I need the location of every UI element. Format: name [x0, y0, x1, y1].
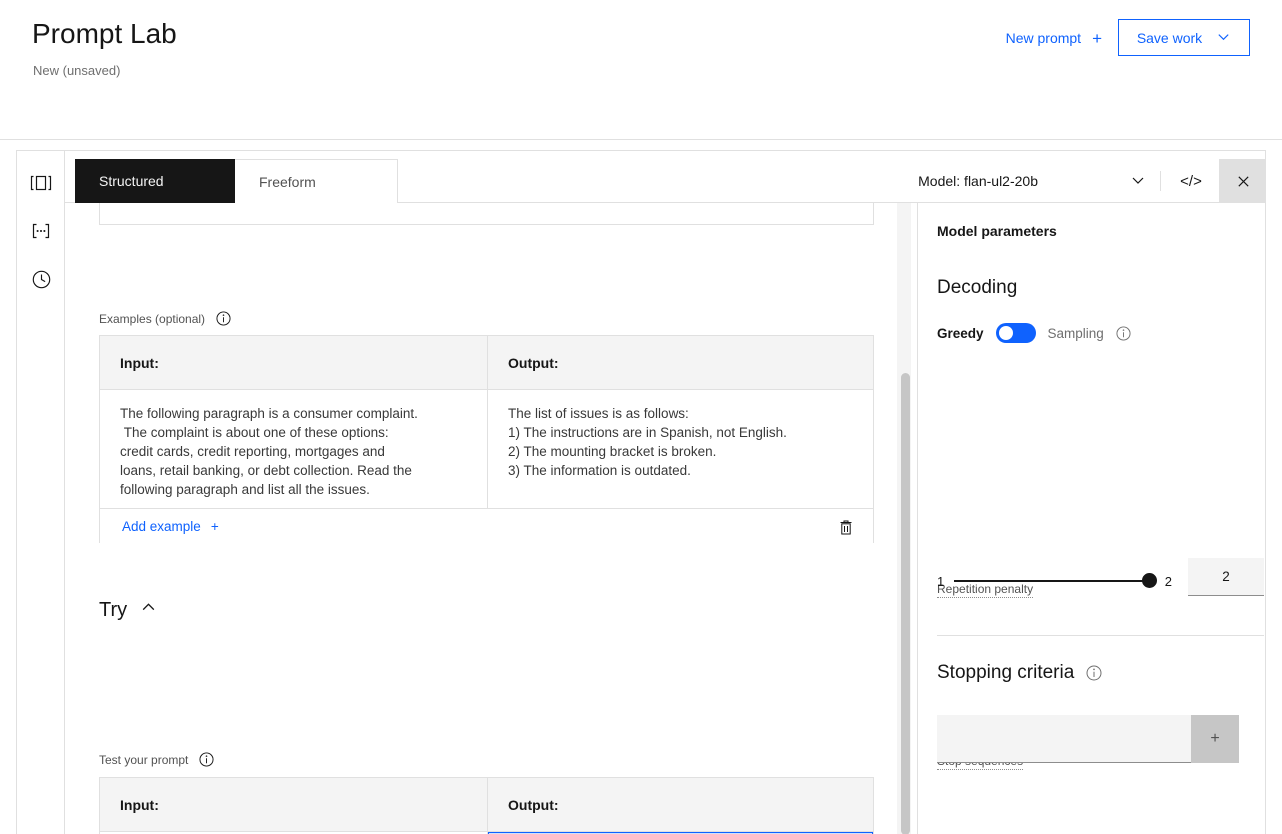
add-stop-sequence-button[interactable]: +: [1191, 715, 1239, 763]
decoding-toggle-row: Greedy Sampling: [937, 323, 1131, 343]
test-table: Input: Output: The following paragraph i…: [99, 777, 874, 834]
tab-bar: Structured Freeform Model: flan-ul2-20b …: [65, 151, 1265, 204]
new-prompt-button[interactable]: New prompt +: [1006, 27, 1102, 49]
examples-table: Input: Output: The following paragraph i…: [99, 335, 874, 543]
examples-col-output: Output:: [508, 354, 559, 371]
side-panel-icon[interactable]: [17, 159, 65, 207]
decoding-sampling-label[interactable]: Sampling: [1048, 326, 1104, 341]
new-prompt-label: New prompt: [1005, 30, 1082, 46]
history-clock-icon[interactable]: [17, 255, 65, 303]
stopping-criteria-label: Stopping criteria: [937, 662, 1075, 683]
chevron-down-icon: [1216, 29, 1231, 47]
table-row: The following paragraph is a consumer co…: [100, 390, 873, 508]
test-header-row: Input: Output:: [100, 778, 873, 832]
save-work-label: Save work: [1136, 29, 1203, 46]
add-example-button[interactable]: Add example +: [122, 519, 219, 534]
tab-freeform[interactable]: Freeform: [235, 159, 398, 204]
save-work-button[interactable]: Save work: [1118, 19, 1250, 56]
plus-icon: +: [210, 518, 219, 534]
tab-structured-label: Structured: [99, 173, 164, 189]
try-section-toggle[interactable]: Try: [99, 599, 157, 622]
main-scrollbar-thumb[interactable]: [901, 373, 910, 834]
example-output-cell[interactable]: The list of issues is as follows: 1) The…: [488, 390, 873, 508]
try-heading-label: Try: [99, 599, 128, 621]
toggle-knob: [998, 326, 1013, 340]
test-col-output: Output:: [508, 796, 559, 813]
toolbar-divider: [1160, 171, 1161, 191]
test-label-text: Test your prompt: [99, 752, 189, 767]
stopping-criteria-title: Stopping criteria: [937, 662, 1102, 684]
page-header: Prompt Lab New (unsaved) New prompt + Sa…: [0, 0, 1282, 140]
examples-header-row: Input: Output:: [100, 336, 873, 390]
variables-brackets-icon[interactable]: [17, 207, 65, 255]
slider-max-label: 2: [1164, 573, 1172, 589]
chevron-up-icon: [140, 599, 157, 622]
info-icon[interactable]: [216, 311, 231, 326]
slider-thumb[interactable]: [1141, 573, 1157, 588]
panel-divider: [937, 635, 1264, 636]
model-selector[interactable]: Model: flan-ul2-20b: [912, 172, 1146, 191]
decoding-greedy-label[interactable]: Greedy: [937, 326, 984, 341]
plus-icon: +: [1092, 28, 1102, 48]
code-brackets-icon[interactable]: </>: [1175, 165, 1207, 197]
example-input-cell[interactable]: The following paragraph is a consumer co…: [100, 390, 488, 508]
close-x-icon[interactable]: [1219, 159, 1265, 203]
model-parameters-panel: Model parameters Decoding Greedy Samplin…: [917, 203, 1265, 834]
info-icon[interactable]: [199, 752, 214, 767]
model-parameters-title: Model parameters: [937, 223, 1057, 239]
decoding-title: Decoding: [937, 277, 1018, 298]
prompt-editor-column: Examples (optional) Input: Output: The f…: [65, 203, 917, 834]
tab-freeform-label: Freeform: [259, 173, 316, 190]
workspace: Structured Freeform Model: flan-ul2-20b …: [16, 150, 1266, 834]
examples-label-text: Examples (optional): [99, 311, 206, 326]
info-icon[interactable]: [1116, 325, 1131, 341]
page-title: Prompt Lab: [32, 18, 177, 49]
slider-track[interactable]: [954, 573, 1157, 588]
left-rail: [17, 151, 65, 834]
model-label: Model: flan-ul2-20b: [918, 173, 1038, 189]
instruction-textarea[interactable]: [99, 203, 874, 225]
test-your-prompt-label: Test your prompt: [99, 752, 214, 767]
page-subtitle: New (unsaved): [33, 63, 121, 78]
stop-sequences-input[interactable]: [937, 715, 1212, 763]
model-toolbar: Model: flan-ul2-20b </>: [912, 159, 1265, 203]
add-example-label: Add example: [122, 518, 201, 534]
info-icon[interactable]: [1086, 665, 1102, 681]
delete-example-button[interactable]: [835, 516, 857, 538]
examples-footer: Add example +: [100, 508, 873, 543]
slider-min-label: 1: [937, 573, 945, 589]
examples-col-input: Input:: [100, 336, 488, 389]
decoding-toggle[interactable]: [995, 323, 1036, 343]
repetition-penalty-value[interactable]: 2: [1188, 558, 1264, 596]
chevron-down-icon: [1130, 172, 1146, 191]
test-col-input: Input:: [100, 778, 488, 831]
examples-label: Examples (optional): [99, 311, 231, 326]
tab-structured[interactable]: Structured: [75, 159, 235, 203]
repetition-penalty-slider[interactable]: 1 2: [937, 566, 1172, 596]
